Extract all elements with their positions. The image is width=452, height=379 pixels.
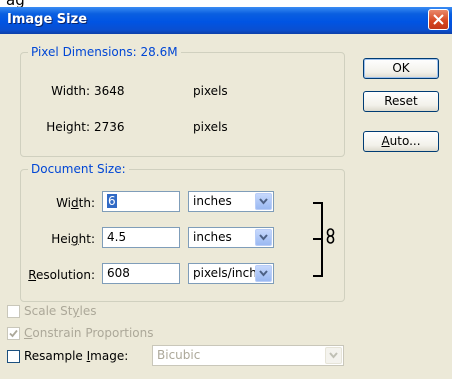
doc-width-unit: inches [193,194,232,208]
doc-width-label: Width: [56,196,95,210]
doc-width-input[interactable]: 6 [102,191,180,212]
resolution-value: 608 [107,266,130,280]
constrain-proportions-label: Constrain Proportions [24,326,154,340]
pixel-height-label: Height: [46,120,90,134]
checkmark-icon [9,329,18,338]
resolution-label: Resolution: [28,268,95,282]
resample-image-label: Resample Image: [24,349,129,363]
doc-height-unit: inches [193,230,232,244]
link-bracket-lower [313,238,323,277]
doc-height-input[interactable]: 4.5 [102,227,180,248]
pixel-dimensions-group: Pixel Dimensions: 28.6M [20,45,345,157]
close-icon [433,14,444,25]
scale-styles-checkbox[interactable] [7,305,20,318]
link-bracket-upper [313,202,323,240]
resample-method: Bicubic [157,348,201,362]
chevron-down-icon [325,347,342,364]
close-button[interactable] [428,9,449,30]
pixel-dimensions-legend: Pixel Dimensions: 28.6M [31,45,178,59]
pixel-dimensions-size: 28.6M [140,45,178,59]
doc-width-unit-select[interactable]: inches [188,191,274,212]
resample-image-checkbox[interactable] [7,350,20,363]
pixel-width-value: 3648 [94,84,125,98]
doc-height-unit-select[interactable]: inches [188,227,274,248]
ok-button[interactable]: OK [363,58,439,79]
title-bar[interactable]: Image Size [0,7,452,34]
resolution-unit: pixels/inch [193,266,257,280]
window-title: Image Size [7,12,88,27]
chevron-down-icon [255,193,272,210]
doc-width-value: 6 [107,194,117,208]
resolution-unit-select[interactable]: pixels/inch [188,263,274,284]
doc-height-label: Height: [51,232,95,246]
image-size-dialog: Image Size Pixel Dimensions: 28.6M Width… [0,7,452,379]
resolution-input[interactable]: 608 [102,263,180,284]
resample-method-select[interactable]: Bicubic [152,345,344,366]
pixel-height-value: 2736 [94,120,125,134]
chevron-down-icon [255,229,272,246]
constrain-proportions-checkbox[interactable] [7,327,20,340]
pixel-width-unit: pixels [193,84,228,98]
pixel-height-unit: pixels [193,120,228,134]
chain-link-icon [326,228,335,244]
reset-button[interactable]: Reset [363,91,439,112]
doc-height-value: 4.5 [107,230,127,244]
pixel-width-label: Width: [51,84,90,98]
auto-button[interactable]: Auto... [363,131,439,152]
chevron-down-icon [255,265,272,282]
document-size-legend: Document Size: [31,162,126,176]
scale-styles-label: Scale Styles [24,304,97,318]
